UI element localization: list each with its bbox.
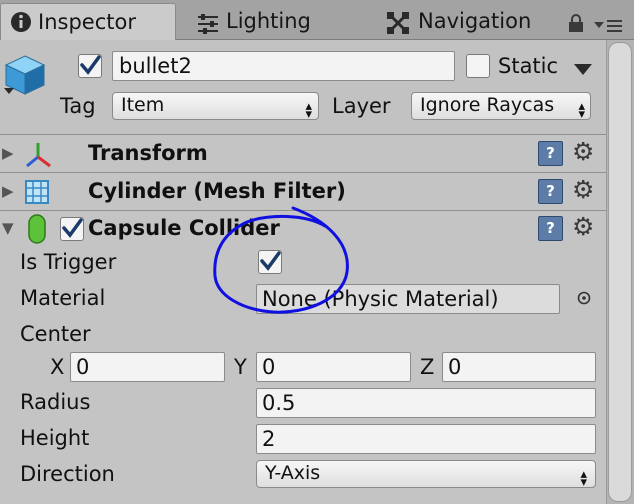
transform-axes-icon — [24, 141, 52, 169]
height-label: Height — [20, 426, 90, 450]
help-book-icon[interactable]: ? — [538, 141, 563, 166]
checkmark-icon — [80, 55, 101, 75]
height-value: 2 — [262, 427, 276, 451]
mesh-grid-icon — [24, 179, 50, 205]
updown-icon-lower: ▾ — [305, 107, 312, 120]
tab-navigation[interactable]: Navigation — [384, 3, 554, 40]
lock-icon[interactable] — [568, 14, 584, 32]
mesh-filter-title: Cylinder (Mesh Filter) — [88, 179, 346, 203]
foldout-expanded-icon[interactable]: ▼ — [2, 219, 14, 237]
navigation-icon — [386, 10, 410, 34]
material-label: Material — [20, 286, 106, 310]
center-x-value: 0 — [76, 355, 90, 379]
active-checkbox[interactable] — [78, 54, 102, 78]
is-trigger-checkbox[interactable] — [258, 250, 282, 274]
center-y-label: Y — [234, 355, 247, 379]
center-label: Center — [20, 322, 91, 346]
center-z-label: Z — [420, 355, 435, 379]
foldout-collapsed-icon[interactable]: ▶ — [2, 182, 14, 200]
tag-dropdown[interactable]: Item ▴ ▾ — [112, 92, 319, 120]
static-checkbox[interactable] — [466, 54, 490, 78]
capsule-icon — [26, 214, 48, 244]
center-x-field[interactable]: 0 — [70, 352, 225, 382]
center-z-value: 0 — [448, 355, 462, 379]
radius-value: 0.5 — [262, 391, 296, 415]
cube-icon — [2, 52, 48, 98]
updown-icon-lower: ▾ — [580, 475, 587, 488]
layer-label: Layer — [332, 94, 391, 118]
scrollbar-thumb[interactable] — [608, 42, 632, 502]
tab-inspector-label: Inspector — [38, 10, 136, 34]
center-z-field[interactable]: 0 — [442, 352, 596, 382]
mesh-filter-header[interactable]: ▶ Cylinder (Mesh Filter) ? ⚙ — [0, 172, 606, 210]
center-y-value: 0 — [262, 355, 276, 379]
checkmark-icon — [62, 218, 83, 238]
radius-label: Radius — [20, 390, 91, 414]
is-trigger-label: Is Trigger — [20, 250, 117, 274]
transform-title: Transform — [88, 141, 208, 165]
gear-icon[interactable]: ⚙ — [572, 177, 594, 202]
capsule-enabled-checkbox[interactable] — [60, 217, 84, 241]
tab-inspector[interactable]: Inspector — [0, 3, 176, 40]
direction-label: Direction — [20, 462, 115, 486]
tab-menu-icon[interactable] — [594, 18, 624, 34]
object-picker-icon[interactable] — [576, 290, 592, 306]
tag-label: Tag — [60, 94, 96, 118]
gear-icon[interactable]: ⚙ — [572, 139, 594, 164]
center-y-field[interactable]: 0 — [256, 352, 411, 382]
tab-lighting-label: Lighting — [226, 9, 311, 33]
capsule-collider-title: Capsule Collider — [88, 216, 280, 240]
direction-value: Y-Axis — [265, 462, 321, 484]
info-icon — [9, 9, 33, 33]
tab-navigation-label: Navigation — [418, 9, 532, 33]
center-x-label: X — [50, 355, 65, 379]
static-dropdown-icon[interactable] — [574, 61, 592, 75]
static-label: Static — [498, 54, 559, 78]
layer-value: Ignore Raycas — [420, 94, 555, 116]
help-book-icon[interactable]: ? — [538, 216, 563, 241]
foldout-collapsed-icon[interactable]: ▶ — [2, 144, 14, 162]
radius-field[interactable]: 0.5 — [256, 388, 596, 418]
object-name-field[interactable]: bullet2 — [112, 51, 455, 81]
updown-icon-lower: ▾ — [578, 107, 585, 120]
layer-dropdown[interactable]: Ignore Raycas ▴ ▾ — [411, 92, 591, 120]
help-book-icon[interactable]: ? — [538, 179, 563, 204]
height-field[interactable]: 2 — [256, 424, 596, 454]
tab-lighting[interactable]: Lighting — [190, 3, 360, 40]
direction-dropdown[interactable]: Y-Axis ▴ ▾ — [256, 460, 596, 488]
checkmark-icon — [260, 251, 281, 271]
gear-icon[interactable]: ⚙ — [572, 214, 594, 239]
transform-header[interactable]: ▶ Transform ? ⚙ — [0, 134, 606, 172]
object-name-value: bullet2 — [119, 54, 192, 78]
tag-value: Item — [121, 94, 165, 116]
material-field[interactable]: None (Physic Material) — [256, 284, 560, 314]
material-value: None (Physic Material) — [262, 287, 499, 311]
lighting-icon — [196, 10, 220, 34]
